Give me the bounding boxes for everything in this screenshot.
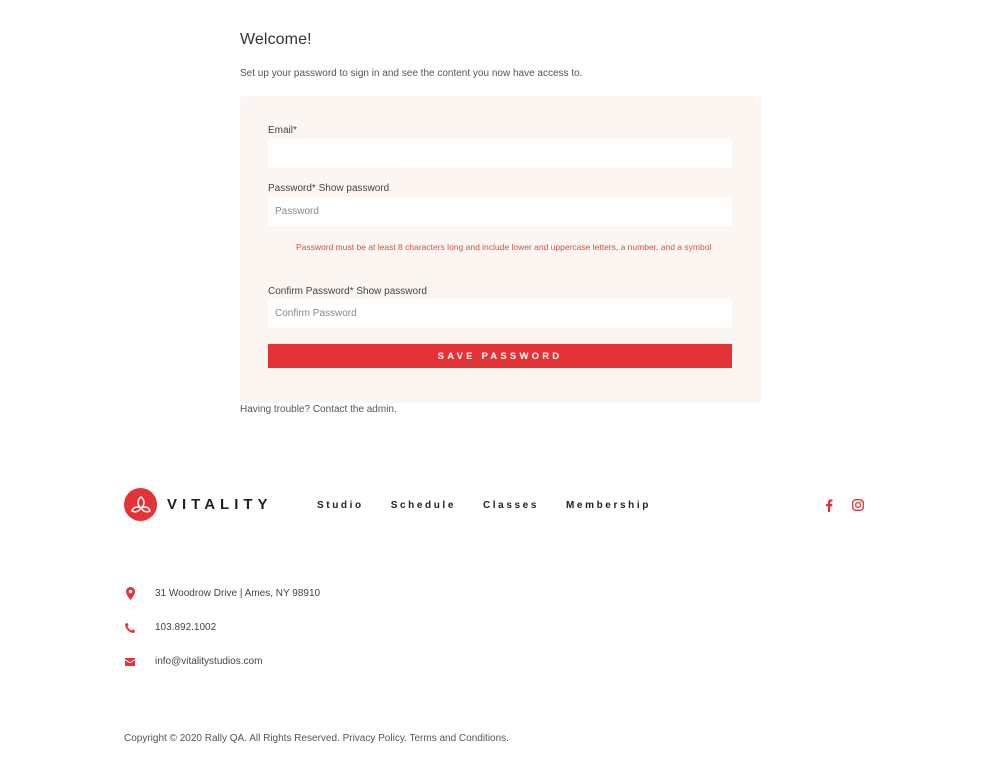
envelope-icon [124, 657, 136, 666]
logo-mark-icon [124, 488, 157, 521]
location-pin-icon [124, 587, 136, 600]
privacy-policy-link[interactable]: Privacy Policy. [343, 733, 407, 744]
intro-text: Set up your password to sign in and see … [240, 68, 583, 79]
help-prefix: Having trouble? [240, 404, 313, 415]
contact-admin-link[interactable]: Contact the admin. [313, 404, 397, 415]
brand-logo[interactable]: VITALITY [124, 488, 273, 521]
password-hint: Password must be at least 8 characters l… [296, 242, 712, 252]
email-row: info@vitalitystudios.com [124, 656, 262, 667]
confirm-password-label: Confirm Password* [268, 286, 354, 297]
copyright-line: Copyright © 2020 Rally QA. All Rights Re… [124, 733, 509, 744]
help-text: Having trouble? Contact the admin. [240, 404, 397, 415]
email-link[interactable]: info@vitalitystudios.com [155, 656, 262, 667]
phone-row: 103.892.1002 [124, 622, 216, 633]
show-password-link[interactable]: Show password [319, 183, 390, 194]
confirm-password-label-row: Confirm Password* Show password [268, 286, 427, 297]
nav-item-studio[interactable]: Studio [317, 500, 364, 511]
brand-name: VITALITY [167, 496, 273, 513]
terms-link[interactable]: Terms and Conditions. [409, 733, 509, 744]
facebook-icon[interactable] [822, 498, 836, 512]
email-label: Email* [268, 125, 297, 136]
page-title: Welcome! [240, 31, 312, 48]
confirm-password-field[interactable] [268, 299, 732, 328]
address-text: 31 Woodrow Drive | Ames, NY 98910 [155, 588, 321, 599]
password-label: Password* [268, 183, 316, 194]
instagram-icon[interactable] [851, 498, 865, 512]
password-setup-form: Email* Password* Show password Password … [240, 96, 761, 403]
password-field[interactable] [268, 197, 732, 226]
password-label-row: Password* Show password [268, 183, 389, 194]
nav-item-schedule[interactable]: Schedule [391, 500, 456, 511]
show-confirm-password-link[interactable]: Show password [356, 286, 427, 297]
phone-icon [124, 622, 136, 633]
phone-text: 103.892.1002 [155, 622, 217, 633]
footer-nav: Studio Schedule Classes Membership [317, 500, 678, 511]
address-row: 31 Woodrow Drive | Ames, NY 98910 [124, 587, 320, 600]
email-field[interactable] [268, 139, 732, 168]
copyright-text: Copyright © 2020 Rally QA. All Rights Re… [124, 733, 340, 744]
nav-item-classes[interactable]: Classes [483, 500, 539, 511]
save-password-button[interactable]: SAVE PASSWORD [268, 344, 732, 368]
social-links [822, 498, 880, 512]
nav-item-membership[interactable]: Membership [566, 500, 651, 511]
